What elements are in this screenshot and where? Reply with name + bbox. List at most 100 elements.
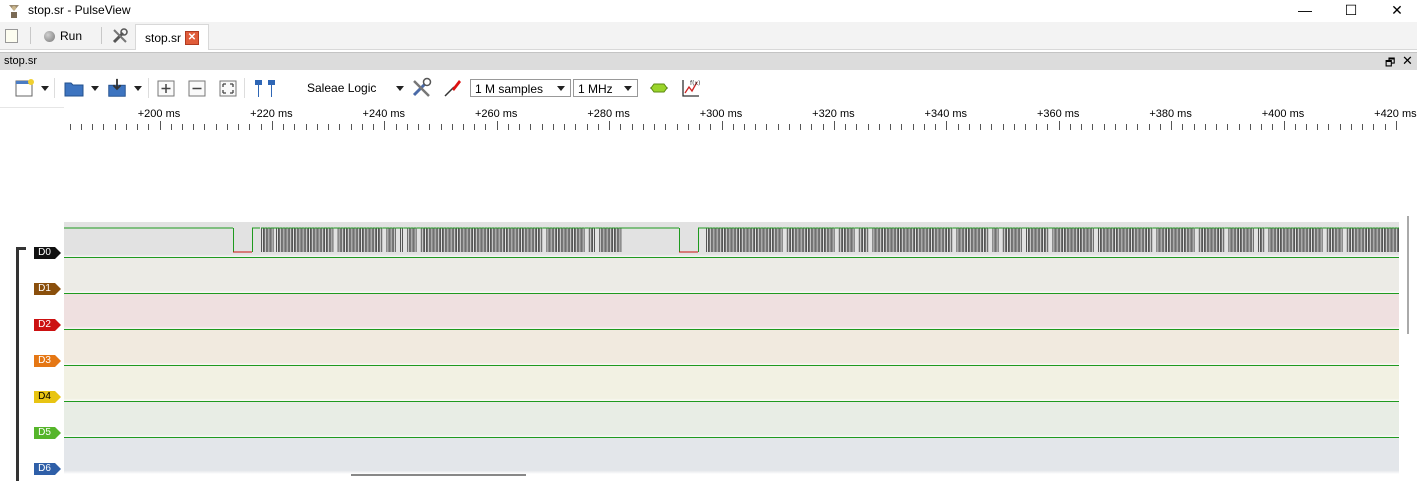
sample-rate-select[interactable]: 1 MHz — [573, 79, 638, 97]
ruler-minor-tick — [1227, 124, 1229, 130]
ruler-minor-tick — [957, 124, 959, 130]
run-button[interactable]: Run — [44, 27, 82, 45]
svg-text:f(x): f(x) — [690, 80, 700, 87]
ruler-minor-tick — [1362, 124, 1364, 130]
ruler-minor-tick — [226, 124, 228, 130]
minimize-button[interactable]: — — [1282, 0, 1328, 22]
device-config-icon[interactable] — [410, 77, 434, 99]
channel-label-d3[interactable]: D3 — [34, 355, 61, 367]
ruler-minor-tick — [878, 124, 880, 130]
channel-row-d6[interactable] — [64, 437, 1399, 474]
ruler-minor-tick — [181, 124, 183, 130]
ruler-minor-tick — [552, 124, 554, 130]
ruler-minor-tick — [788, 124, 790, 130]
ruler-tick-label: +380 ms — [1149, 108, 1192, 120]
vertical-scrollbar[interactable] — [1399, 131, 1417, 481]
device-dropdown-icon[interactable] — [396, 86, 404, 91]
ruler-minor-tick — [519, 124, 521, 130]
ruler-minor-tick — [429, 124, 431, 130]
chevron-down-icon — [557, 86, 565, 91]
ruler-minor-tick — [1305, 124, 1307, 130]
channel-row-d2[interactable] — [64, 293, 1399, 330]
ruler-minor-tick — [530, 124, 532, 130]
ruler-minor-tick — [361, 124, 363, 130]
channel-label-d0[interactable]: D0 — [34, 247, 61, 259]
ruler-minor-tick — [103, 124, 105, 130]
d0-waveform — [64, 227, 1399, 253]
ruler-minor-tick — [676, 124, 678, 130]
probe-config-icon[interactable] — [441, 77, 463, 99]
signal-low-line — [64, 437, 1399, 438]
close-window-button[interactable]: ✕ — [1374, 0, 1417, 22]
open-dropdown-icon[interactable] — [91, 86, 99, 91]
maximize-button[interactable]: ☐ — [1328, 0, 1374, 22]
tab-stop-sr[interactable]: stop.sr ✕ — [135, 24, 209, 50]
math-channel-icon[interactable]: f(x) — [680, 77, 702, 99]
device-selector[interactable]: Saleae Logic — [307, 81, 376, 95]
save-dropdown-icon[interactable] — [134, 86, 142, 91]
pulseview-app-icon — [9, 5, 19, 18]
ruler-minor-tick — [114, 124, 116, 130]
channel-row-d5[interactable] — [64, 401, 1399, 438]
ruler-minor-tick — [597, 124, 599, 130]
channel-row-d1[interactable] — [64, 257, 1399, 294]
vertical-scroll-thumb[interactable] — [1407, 216, 1409, 334]
toolbar-separator — [30, 27, 31, 44]
ruler-minor-tick — [373, 124, 375, 130]
channel-label-d2[interactable]: D2 — [34, 319, 61, 331]
zoom-fit-icon[interactable] — [218, 77, 238, 99]
ruler-minor-tick — [1159, 124, 1161, 130]
ruler-minor-tick — [148, 124, 150, 130]
ruler-minor-tick — [137, 124, 139, 130]
ruler-minor-tick — [69, 124, 71, 130]
open-folder-icon[interactable] — [63, 77, 85, 99]
zoom-out-icon[interactable] — [187, 77, 207, 99]
horizontal-scroll-thumb[interactable] — [351, 474, 526, 476]
new-session-icon[interactable] — [5, 29, 18, 43]
channel-label-d1[interactable]: D1 — [34, 283, 61, 295]
title-bar: stop.sr - PulseView — ☐ ✕ — [0, 0, 1417, 22]
channel-row-d3[interactable] — [64, 329, 1399, 366]
sample-rate-value: 1 MHz — [578, 82, 613, 96]
ruler-tick-label: +300 ms — [699, 108, 743, 120]
channel-label-d4[interactable]: D4 — [34, 391, 61, 403]
channel-label-d6[interactable]: D6 — [34, 463, 61, 475]
ruler-minor-tick — [1103, 124, 1105, 130]
sample-count-select[interactable]: 1 M samples — [470, 79, 571, 97]
settings-tools-icon[interactable] — [111, 27, 129, 45]
save-icon[interactable] — [105, 77, 129, 99]
toolbar-separator — [244, 78, 245, 98]
zoom-in-icon[interactable] — [156, 77, 176, 99]
new-view-dropdown-icon[interactable] — [41, 86, 49, 91]
ruler-tick-label: +340 ms — [924, 108, 968, 120]
close-dock-icon[interactable]: ✕ — [1402, 53, 1413, 69]
trace-area[interactable] — [64, 131, 1399, 481]
add-decoder-icon[interactable] — [648, 77, 670, 99]
ruler-minor-tick — [890, 124, 892, 130]
close-tab-icon[interactable]: ✕ — [185, 31, 199, 45]
ruler-minor-tick — [1384, 124, 1386, 130]
ruler-major-tick — [1283, 121, 1285, 130]
ruler-minor-tick — [1148, 124, 1150, 130]
channel-row-d4[interactable] — [64, 365, 1399, 402]
ruler-minor-tick — [462, 124, 464, 130]
ruler-minor-tick — [1114, 124, 1116, 130]
ruler-minor-tick — [1137, 124, 1139, 130]
time-ruler[interactable]: +200 ms +220 ms +240 ms +260 ms +280 ms +300 … — [64, 107, 1417, 131]
ruler-minor-tick — [1002, 124, 1004, 130]
ruler-tick-label: +420 ms — [1374, 108, 1417, 120]
ruler-minor-tick — [1294, 124, 1296, 130]
cursor-markers-icon[interactable] — [252, 77, 278, 99]
ruler-minor-tick — [418, 124, 420, 130]
ruler-tick-label: +360 ms — [1036, 108, 1080, 120]
ruler-minor-tick — [451, 124, 453, 130]
ruler-major-tick — [496, 121, 498, 130]
ruler-minor-tick — [395, 124, 397, 130]
new-view-icon[interactable] — [14, 77, 36, 99]
ruler-major-tick — [609, 121, 611, 130]
ruler-minor-tick — [800, 124, 802, 130]
ruler-minor-tick — [856, 124, 858, 130]
ruler-minor-tick — [1249, 124, 1251, 130]
ruler-minor-tick — [1081, 124, 1083, 130]
channel-label-d5[interactable]: D5 — [34, 427, 61, 439]
